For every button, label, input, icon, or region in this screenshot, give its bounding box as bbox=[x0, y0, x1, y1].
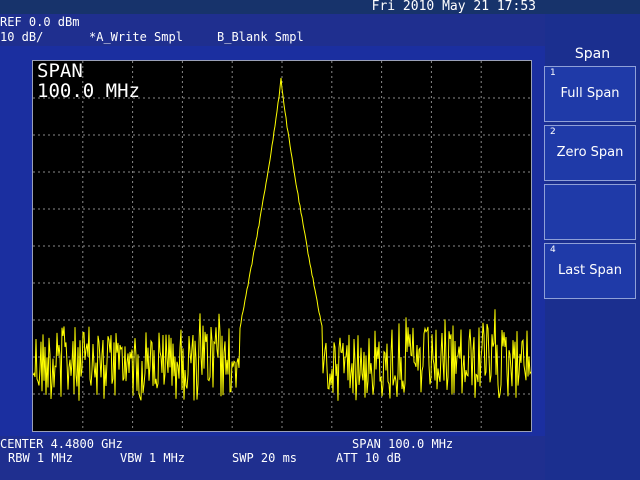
softkey-label: Zero Span bbox=[556, 145, 624, 160]
span-setting: SPAN 100.0 MHz bbox=[352, 437, 454, 451]
status-bar: Fri 2010 May 21 17:53 bbox=[0, 0, 640, 14]
softkey-label: Full Span bbox=[560, 86, 620, 101]
center-frequency: CENTER 4.4800 GHz bbox=[0, 437, 123, 451]
trace-b-mode: B_Blank Smpl bbox=[217, 30, 304, 44]
span-title: SPAN bbox=[37, 60, 83, 82]
spectrum-svg bbox=[33, 61, 531, 431]
full-span-button[interactable]: 1 Full Span bbox=[544, 66, 636, 122]
softkey-number: 2 bbox=[550, 127, 556, 137]
measurement-header: REF 0.0 dBm 10 dB/ *A_Write Smpl B_Blank… bbox=[0, 14, 545, 46]
vbw: VBW 1 MHz bbox=[120, 451, 186, 465]
zero-span-button[interactable]: 2 Zero Span bbox=[544, 125, 636, 181]
softkey-number: 1 bbox=[550, 68, 556, 78]
softkey-number: 4 bbox=[550, 245, 556, 255]
scale: 10 dB/ bbox=[0, 30, 44, 44]
ref-level: REF 0.0 dBm bbox=[0, 15, 80, 29]
span-value: 100.0 MHz bbox=[37, 80, 140, 102]
span-readout: SPAN 100.0 MHz bbox=[37, 61, 140, 101]
menu-title: Span bbox=[574, 46, 611, 62]
spectrum-plot: SPAN 100.0 MHz bbox=[32, 60, 532, 432]
datetime: Fri 2010 May 21 17:53 bbox=[371, 0, 536, 14]
softkey-blank bbox=[544, 184, 636, 240]
rbw: RBW 1 MHz bbox=[8, 451, 74, 465]
trace-a-mode: *A_Write Smpl bbox=[89, 30, 183, 44]
last-span-button[interactable]: 4 Last Span bbox=[544, 243, 636, 299]
sweep-time: SWP 20 ms bbox=[232, 451, 298, 465]
softkey-label: Last Span bbox=[558, 263, 622, 278]
measurement-footer: CENTER 4.4800 GHz SPAN 100.0 MHz RBW 1 M… bbox=[0, 436, 545, 480]
graticule bbox=[33, 61, 531, 431]
attenuation: ATT 10 dB bbox=[336, 451, 402, 465]
